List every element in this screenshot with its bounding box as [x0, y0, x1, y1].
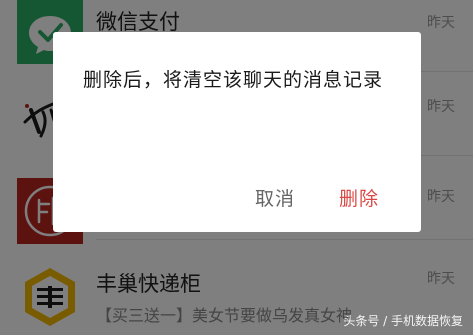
- watermark: 头条号 / 手机数据恢复: [343, 314, 463, 328]
- dialog-message: 删除后，将清空该聊天的消息记录: [83, 69, 384, 91]
- cancel-button[interactable]: 取消: [251, 182, 299, 213]
- delete-confirm-dialog: 删除后，将清空该聊天的消息记录 取消 删除: [53, 32, 421, 232]
- delete-button[interactable]: 删除: [335, 182, 383, 213]
